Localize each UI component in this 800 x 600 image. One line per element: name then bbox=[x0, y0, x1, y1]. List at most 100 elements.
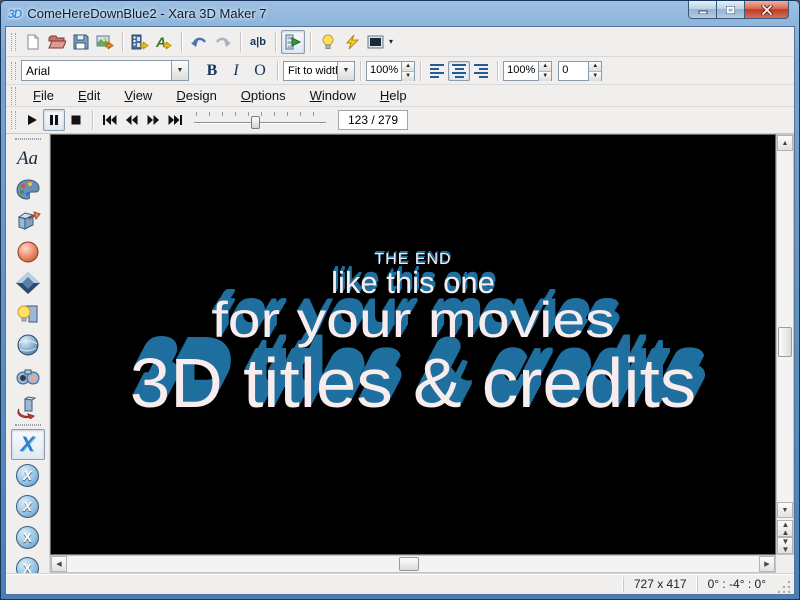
line-spacing-value: 100% bbox=[504, 62, 538, 80]
slider-track[interactable] bbox=[194, 122, 326, 123]
scroll-up-button[interactable]: ▲ bbox=[777, 135, 793, 151]
open-button[interactable] bbox=[45, 30, 69, 54]
lightning-icon bbox=[344, 34, 360, 50]
horizontal-scrollbar[interactable]: ◀ ▶ bbox=[50, 555, 776, 573]
vertical-scrollbar[interactable]: ▲ ▼ ▲▲ ▼▼ bbox=[776, 134, 794, 555]
extrusion-options-button[interactable] bbox=[11, 205, 45, 236]
horizontal-scroll-track[interactable] bbox=[67, 556, 759, 572]
render-canvas[interactable]: THE END like this one for your movies 3D… bbox=[50, 134, 776, 555]
preview-button[interactable] bbox=[11, 360, 45, 391]
animation-options-button[interactable] bbox=[11, 391, 45, 422]
horizontal-scroll-thumb[interactable] bbox=[399, 557, 419, 571]
zoom-mode-select[interactable]: Fit to width ▼ bbox=[283, 61, 355, 81]
scroll-left-button[interactable]: ◀ bbox=[51, 556, 67, 572]
toolbar-separator bbox=[420, 61, 421, 81]
align-left-button[interactable] bbox=[426, 61, 448, 81]
edit-text-button[interactable]: a|b bbox=[246, 30, 270, 54]
spinner-arrows[interactable]: ▲▼ bbox=[538, 62, 551, 80]
bevel-options-button[interactable] bbox=[11, 236, 45, 267]
pause-button[interactable] bbox=[43, 109, 65, 131]
new-document-button[interactable] bbox=[21, 30, 45, 54]
spin-up-icon[interactable]: ▲ bbox=[589, 62, 601, 72]
italic-button[interactable]: I bbox=[224, 59, 248, 83]
export-image-button[interactable] bbox=[93, 30, 117, 54]
export-movie-icon bbox=[131, 34, 149, 50]
save-floppy-icon bbox=[73, 34, 89, 50]
style-x-circle-3-button[interactable]: X bbox=[11, 522, 45, 553]
style-x-circle-4-button[interactable]: X bbox=[11, 553, 45, 573]
texture-options-button[interactable] bbox=[11, 329, 45, 360]
page-down-button[interactable]: ▼▼ bbox=[777, 537, 793, 554]
menu-edit[interactable]: Edit bbox=[66, 86, 112, 105]
font-size-spinner[interactable]: 100% ▲▼ bbox=[366, 61, 415, 81]
style-x-plain-button[interactable]: X bbox=[11, 429, 45, 460]
export-movie-button[interactable] bbox=[128, 30, 152, 54]
toolbar-separator bbox=[497, 61, 498, 81]
slider-thumb[interactable] bbox=[251, 116, 260, 129]
maximize-button[interactable] bbox=[717, 1, 744, 19]
export-animation-button[interactable]: A bbox=[152, 30, 176, 54]
bold-button[interactable]: B bbox=[200, 59, 224, 83]
step-forward-button[interactable] bbox=[142, 109, 164, 131]
spin-up-icon[interactable]: ▲ bbox=[402, 62, 414, 72]
play-icon bbox=[26, 114, 38, 126]
undo-icon bbox=[190, 34, 208, 50]
menu-file[interactable]: File bbox=[21, 86, 66, 105]
chevron-down-icon[interactable]: ▼ bbox=[337, 62, 354, 80]
chevron-down-icon[interactable]: ▼ bbox=[171, 61, 188, 80]
lighting-button[interactable] bbox=[316, 30, 340, 54]
font-select[interactable]: Arial ▼ bbox=[21, 60, 189, 81]
spinner-arrows[interactable]: ▲▼ bbox=[401, 62, 414, 80]
toolbar-gripper[interactable] bbox=[11, 62, 16, 80]
skip-last-button[interactable] bbox=[164, 109, 186, 131]
style-x-circle-2-button[interactable]: X bbox=[11, 491, 45, 522]
vertical-scroll-track[interactable] bbox=[777, 151, 793, 502]
toggle-animation-button[interactable] bbox=[281, 30, 305, 54]
page-up-button[interactable]: ▲▲ bbox=[777, 520, 793, 537]
scroll-right-button[interactable]: ▶ bbox=[759, 556, 775, 572]
skip-first-button[interactable] bbox=[98, 109, 120, 131]
frame-slider[interactable] bbox=[194, 110, 326, 130]
step-back-icon bbox=[125, 114, 138, 126]
align-center-button[interactable] bbox=[448, 61, 470, 81]
undo-button[interactable] bbox=[187, 30, 211, 54]
canvas-text-line-1: THE END bbox=[51, 251, 775, 268]
close-button[interactable] bbox=[744, 1, 789, 19]
spin-down-icon[interactable]: ▼ bbox=[589, 72, 601, 81]
display-quality-button[interactable] bbox=[364, 30, 388, 54]
toolbar-gripper[interactable] bbox=[11, 111, 16, 129]
menu-window[interactable]: Window bbox=[298, 86, 368, 105]
spinner-arrows[interactable]: ▲▼ bbox=[588, 62, 601, 80]
color-options-button[interactable] bbox=[11, 174, 45, 205]
toolbar-gripper[interactable] bbox=[11, 33, 16, 51]
line-spacing-spinner[interactable]: 100% ▲▼ bbox=[503, 61, 552, 81]
render-button[interactable] bbox=[340, 30, 364, 54]
stop-button[interactable] bbox=[65, 109, 87, 131]
menu-view[interactable]: View bbox=[112, 86, 164, 105]
style-x-circle-1-button[interactable]: X bbox=[11, 460, 45, 491]
toolbar-gripper[interactable] bbox=[11, 87, 16, 105]
lighting-options-button[interactable] bbox=[11, 298, 45, 329]
outline-button[interactable]: O bbox=[248, 59, 272, 83]
spin-down-icon[interactable]: ▼ bbox=[402, 72, 414, 81]
play-button[interactable] bbox=[21, 109, 43, 131]
vertical-scroll-thumb[interactable] bbox=[778, 327, 792, 357]
redo-button[interactable] bbox=[211, 30, 235, 54]
tracking-spinner[interactable]: 0 ▲▼ bbox=[558, 61, 602, 81]
align-right-button[interactable] bbox=[470, 61, 492, 81]
shadow-options-button[interactable] bbox=[11, 267, 45, 298]
step-back-button[interactable] bbox=[120, 109, 142, 131]
menu-design[interactable]: Design bbox=[164, 86, 228, 105]
minimize-button[interactable] bbox=[688, 1, 717, 19]
menu-options[interactable]: Options bbox=[229, 86, 298, 105]
title-bar[interactable]: 3D ComeHereDownBlue2 - Xara 3D Maker 7 bbox=[1, 1, 799, 26]
resize-grip[interactable] bbox=[778, 579, 792, 593]
spin-up-icon[interactable]: ▲ bbox=[539, 62, 551, 72]
spin-down-icon[interactable]: ▼ bbox=[539, 72, 551, 81]
display-quality-dropdown-icon[interactable]: ▾ bbox=[389, 37, 393, 46]
sidebar-gripper[interactable] bbox=[15, 138, 41, 140]
menu-help[interactable]: Help bbox=[368, 86, 419, 105]
scroll-down-button[interactable]: ▼ bbox=[777, 502, 793, 518]
save-button[interactable] bbox=[69, 30, 93, 54]
text-options-button[interactable]: Aa bbox=[11, 143, 45, 174]
